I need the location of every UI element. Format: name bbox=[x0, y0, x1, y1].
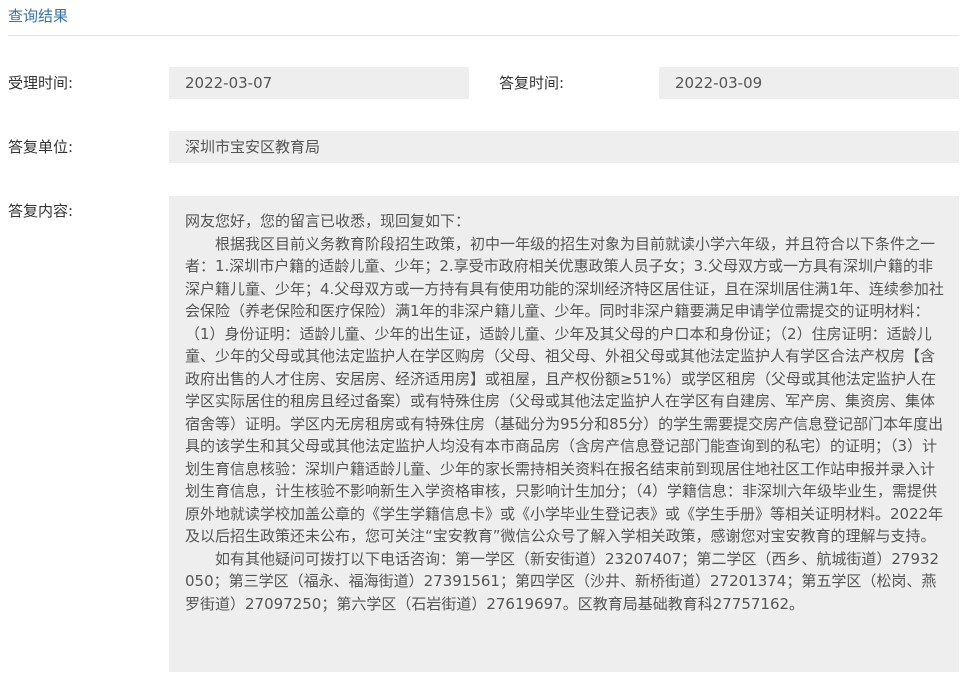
reply-time-label: 答复时间: bbox=[499, 74, 565, 92]
reply-greeting: 网友您好，您的留言已收悉，现回复如下： bbox=[185, 212, 471, 230]
reply-time-field: 2022-03-09 bbox=[659, 67, 959, 99]
reply-unit-field: 深圳市宝安区教育局 bbox=[169, 131, 959, 163]
reply-unit-label: 答复单位: bbox=[8, 138, 74, 156]
reply-paragraph-contacts: 如有其他疑问可拨打以下电话咨询：第一学区（新安街道）23207407；第二学区（… bbox=[185, 549, 940, 613]
reply-content-box: 网友您好，您的留言已收悉，现回复如下： 根据我区目前义务教育阶段招生政策，初中一… bbox=[169, 196, 959, 672]
accept-time-field: 2022-03-07 bbox=[169, 67, 469, 99]
accept-time-label: 受理时间: bbox=[8, 74, 74, 92]
section-title: 查询结果 bbox=[8, 7, 69, 25]
reply-content-label: 答复内容: bbox=[8, 202, 74, 220]
reply-paragraph-policy: 根据我区目前义务教育阶段招生政策，初中一年级的招生对象为目前就读小学六年级，并且… bbox=[185, 234, 944, 546]
title-divider bbox=[8, 35, 959, 36]
